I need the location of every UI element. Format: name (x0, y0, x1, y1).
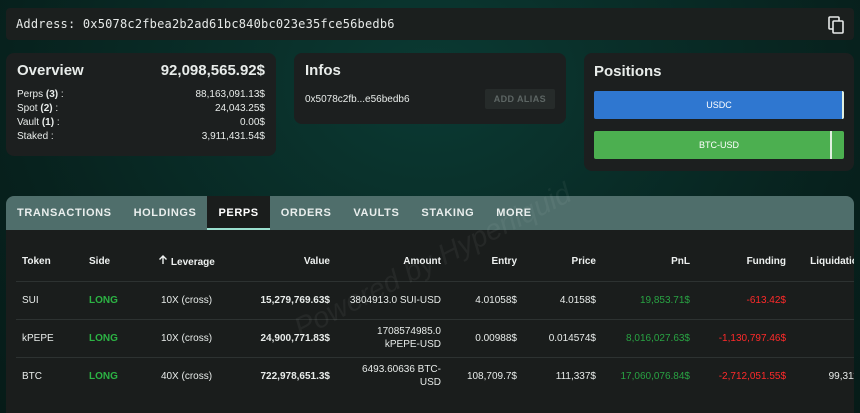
overview-row-name: Staked (17, 131, 49, 142)
column-header-side[interactable]: Side (83, 242, 138, 281)
overview-row-value: 24,043.25$ (214, 103, 265, 114)
column-header-token[interactable]: Token (16, 242, 83, 281)
position-bar-btc[interactable]: BTC-USD (594, 131, 844, 159)
overview-row-value: 3,911,431.54$ (201, 131, 265, 142)
overview-title: Overview (17, 62, 84, 79)
cell-entry: 0.00988$ (475, 332, 517, 344)
tab-holdings[interactable]: HOLDINGS (123, 196, 208, 230)
bar-divider (842, 91, 844, 119)
cell-entry: 4.01058$ (475, 294, 517, 306)
tab-more[interactable]: MORE (485, 196, 542, 230)
sort-up-arrow-icon (158, 254, 168, 268)
cell-value: 24,900,771.83$ (260, 332, 330, 344)
overview-row-staked: Staked : 3,911,431.54$ (17, 131, 265, 142)
infos-short-address: 0x5078c2fb...e56bedb6 (305, 93, 410, 105)
cell-price: 4.0158$ (559, 294, 596, 306)
cell-pnl: 19,853.71$ (639, 294, 690, 306)
cell-side: LONG (89, 370, 118, 382)
copy-icon[interactable] (828, 16, 844, 34)
overview-row-count: (2) (40, 103, 53, 114)
address-text: Address: 0x5078c2fbea2b2ad61bc840bc023e3… (16, 17, 395, 31)
tab-orders[interactable]: ORDERS (270, 196, 343, 230)
overview-card: Overview 92,098,565.92$ Perps (3) : 88,1… (6, 53, 276, 156)
column-header-entry[interactable]: Entry (447, 242, 523, 281)
cell-value: 15,279,769.63$ (260, 294, 330, 306)
address-label: Address: (16, 17, 76, 31)
cell-leverage: 40X (cross) (160, 370, 213, 382)
address-bar: Address: 0x5078c2fbea2b2ad61bc840bc023e3… (6, 8, 854, 40)
tab-vaults[interactable]: VAULTS (342, 196, 410, 230)
cell-pnl: 17,060,076.84$ (620, 370, 690, 382)
tab-transactions[interactable]: TRANSACTIONS (17, 196, 123, 230)
overview-row-name: Spot (17, 103, 38, 114)
positions-card: Positions USDC BTC-USD (584, 53, 854, 171)
position-bar-label: BTC-USD (699, 140, 739, 150)
cell-pnl: 8,016,027.63$ (626, 332, 690, 344)
overview-row-count: (3) (45, 89, 59, 100)
cell-token: SUI (22, 294, 39, 306)
table-row: kPEPE LONG 10X (cross) 24,900,771.83$ 17… (16, 319, 854, 357)
cell-token: BTC (22, 370, 42, 382)
cell-amount: 6493.60636 BTC-USD (362, 364, 441, 389)
overview-row-spot: Spot (2) : 24,043.25$ (17, 103, 265, 114)
cell-liquidation: - (792, 281, 854, 319)
column-header-liquidation[interactable]: Liquidation (792, 242, 854, 281)
overview-row-name: Perps (17, 89, 44, 100)
overview-row-perps: Perps (3) : 88,163,091.13$ (17, 89, 265, 100)
tab-staking[interactable]: STAKING (410, 196, 485, 230)
table-row: SUI LONG 10X (cross) 15,279,769.63$ 3804… (16, 281, 854, 319)
position-bar-usdc[interactable]: USDC (594, 91, 844, 119)
cell-leverage: 10X (cross) (160, 294, 213, 306)
overview-total: 92,098,565.92$ (160, 62, 265, 79)
address-value: 0x5078c2fbea2b2ad61bc840bc023e35fce56bed… (82, 17, 395, 31)
infos-card: Infos 0x5078c2fb...e56bedb6 ADD ALIAS (294, 53, 566, 124)
cell-liquidation: 99,311$ (828, 370, 854, 382)
add-alias-button[interactable]: ADD ALIAS (484, 89, 555, 109)
overview-row-name: Vault (17, 117, 40, 128)
positions-title: Positions (594, 63, 662, 80)
column-header-leverage[interactable]: Leverage (138, 242, 235, 281)
cell-amount: 1708574985.0 kPEPE-USD (377, 326, 441, 350)
cell-token: kPEPE (22, 332, 54, 344)
bar-divider (830, 131, 832, 159)
cell-liquidation: - (792, 319, 854, 357)
table-row: BTC LONG 40X (cross) 722,978,651.3$ 6493… (16, 357, 854, 395)
position-bar-label: USDC (706, 100, 732, 110)
column-header-label: Leverage (170, 256, 215, 268)
column-header-value[interactable]: Value (235, 242, 336, 281)
column-header-amount[interactable]: Amount (336, 242, 447, 281)
tab-perps[interactable]: PERPS (207, 196, 271, 230)
perps-table: Token Side Leverage Value Amount Entry P… (16, 242, 854, 395)
overview-row-vault: Vault (1) : 0.00$ (17, 117, 265, 128)
cell-price: 111,337$ (555, 370, 596, 382)
perps-table-wrap: Token Side Leverage Value Amount Entry P… (16, 242, 854, 395)
overview-row-value: 88,163,091.13$ (195, 89, 265, 100)
overview-row-value: 0.00$ (239, 117, 265, 128)
cell-funding: -1,130,797.46$ (718, 332, 786, 344)
cell-price: 0.014574$ (548, 332, 596, 344)
cell-side: LONG (89, 294, 118, 306)
cell-funding: -2,712,051.55$ (718, 370, 786, 382)
main-panel: TRANSACTIONS HOLDINGS PERPS ORDERS VAULT… (6, 196, 854, 413)
cell-value: 722,978,651.3$ (260, 370, 330, 382)
infos-title: Infos (305, 62, 341, 79)
cell-side: LONG (89, 332, 118, 344)
cell-leverage: 10X (cross) (160, 332, 213, 344)
column-header-pnl[interactable]: PnL (602, 242, 696, 281)
overview-row-count: (1) (41, 117, 55, 128)
cell-funding: -613.42$ (746, 294, 786, 306)
cell-entry: 108,709.7$ (466, 370, 517, 382)
tab-bar: TRANSACTIONS HOLDINGS PERPS ORDERS VAULT… (6, 196, 854, 230)
column-header-price[interactable]: Price (523, 242, 602, 281)
cell-amount: 3804913.0 SUI-USD (349, 294, 441, 306)
column-header-funding[interactable]: Funding (696, 242, 792, 281)
table-header-row: Token Side Leverage Value Amount Entry P… (16, 242, 854, 281)
